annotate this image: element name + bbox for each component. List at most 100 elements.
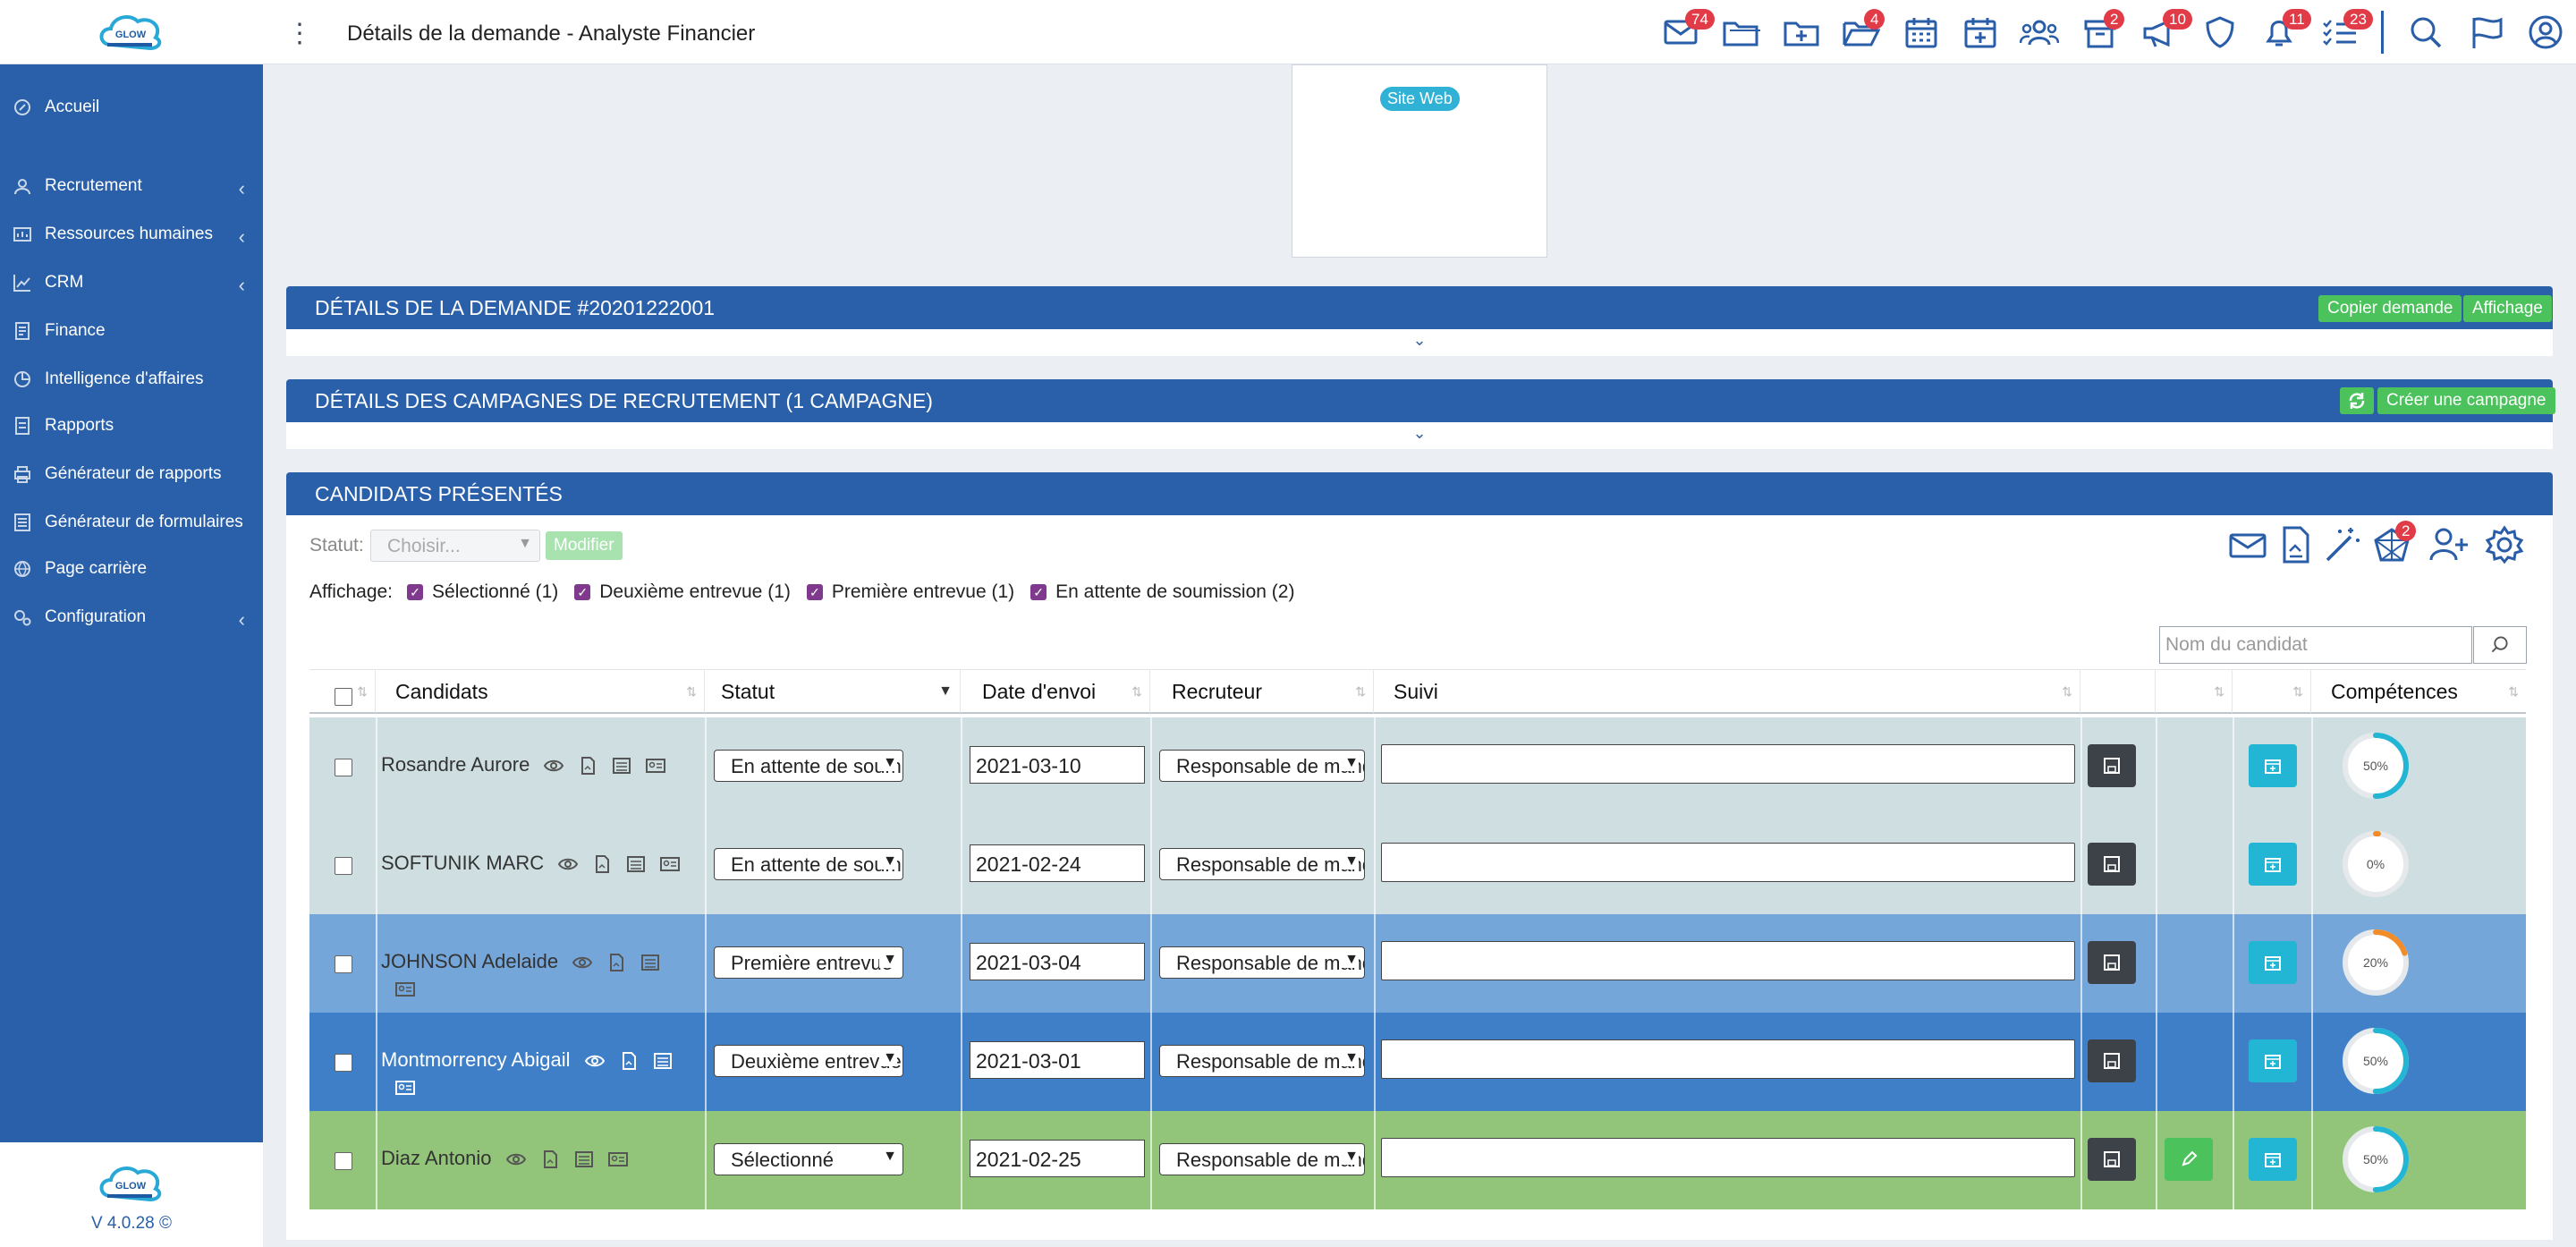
candidate-name[interactable]: Montmorrency Abigail <box>381 1048 571 1071</box>
profile-card-icon[interactable] <box>395 1078 415 1098</box>
suivi-input[interactable] <box>1381 941 2075 980</box>
sidebar-item-crm[interactable]: CRM ‹ <box>0 265 263 301</box>
flag-icon[interactable] <box>2467 14 2506 50</box>
resume-icon[interactable] <box>592 854 612 874</box>
candidate-search-input[interactable] <box>2160 627 2475 663</box>
filter-premiere-entrevue-checkbox[interactable]: ✓ Première entrevue (1) <box>806 581 1014 603</box>
resume-icon[interactable] <box>619 1051 639 1071</box>
user-add-icon[interactable] <box>2428 524 2470 565</box>
profile-card-icon[interactable] <box>646 756 666 776</box>
column-header-date-envoi[interactable]: Date d'envoi ⇅ <box>961 670 1150 713</box>
save-button[interactable] <box>2088 1039 2136 1082</box>
archive-icon[interactable]: 2 <box>2080 9 2125 50</box>
save-button[interactable] <box>2088 744 2136 787</box>
date-envoi-field[interactable]: 2021-03-10 <box>970 746 1145 784</box>
row-checkbox[interactable] <box>335 759 352 776</box>
profile-card-icon[interactable] <box>395 980 415 999</box>
eye-icon[interactable] <box>544 756 564 776</box>
profile-card-icon[interactable] <box>607 1149 628 1169</box>
task-list-icon[interactable]: 23 <box>2320 9 2373 50</box>
mail-icon[interactable]: 74 <box>1662 9 1715 50</box>
filter-en-attente-checkbox[interactable]: ✓ En attente de soumission (2) <box>1030 581 1294 603</box>
schedule-button[interactable] <box>2249 1039 2297 1082</box>
folder-add-icon[interactable] <box>1782 14 1821 50</box>
row-checkbox[interactable] <box>335 955 352 973</box>
column-header-suivi[interactable]: Suivi ⇅ <box>1374 670 2080 713</box>
column-header-action-3[interactable]: ⇅ <box>2233 670 2311 713</box>
date-envoi-field[interactable]: 2021-03-04 <box>970 943 1145 980</box>
schedule-button[interactable] <box>2249 941 2297 984</box>
save-button[interactable] <box>2088 843 2136 886</box>
folder-open-icon[interactable]: 4 <box>1841 9 1885 50</box>
eye-icon[interactable] <box>505 1149 526 1169</box>
network-icon[interactable]: 2 <box>2370 521 2417 565</box>
recruiter-select[interactable]: Responsable de mandat▼ <box>1159 750 1365 782</box>
recruiter-select[interactable]: Responsable de mandat▼ <box>1159 1143 1365 1175</box>
notes-icon[interactable] <box>626 854 646 874</box>
folder-icon[interactable] <box>1721 14 1760 50</box>
resume-icon[interactable] <box>578 756 597 776</box>
schedule-button[interactable] <box>2249 744 2297 787</box>
candidate-name[interactable]: Diaz Antonio <box>381 1147 492 1169</box>
column-header-competences[interactable]: Compétences ⇅ <box>2311 670 2526 713</box>
sidebar-item-intelligence[interactable]: Intelligence d'affaires <box>0 361 263 397</box>
suivi-input[interactable] <box>1381 744 2075 784</box>
date-envoi-field[interactable]: 2021-02-25 <box>970 1140 1145 1177</box>
sidebar-item-finance[interactable]: Finance <box>0 313 263 349</box>
notes-icon[interactable] <box>640 953 660 972</box>
sidebar-item-recrutement[interactable]: Recrutement ‹ <box>0 168 263 204</box>
campagnes-panel-header[interactable]: DÉTAILS DES CAMPAGNES DE RECRUTEMENT (1 … <box>286 379 2553 422</box>
create-campaign-button[interactable]: Créer une campagne <box>2377 387 2555 414</box>
sidebar-item-page-carriere[interactable]: Page carrière <box>0 551 263 587</box>
row-checkbox[interactable] <box>335 1152 352 1170</box>
candidate-name[interactable]: SOFTUNIK MARC <box>381 852 544 874</box>
status-select[interactable]: Deuxième entrevue ▼ <box>714 1045 903 1077</box>
sidebar-item-generateur-rapports[interactable]: Générateur de rapports <box>0 456 263 492</box>
users-icon[interactable] <box>2019 14 2060 50</box>
edit-button[interactable] <box>2165 1138 2213 1181</box>
candidate-name[interactable]: JOHNSON Adelaide <box>381 950 558 972</box>
column-header-recruteur[interactable]: Recruteur ⇅ <box>1150 670 1374 713</box>
campagnes-expand-toggle[interactable]: ⌄ <box>286 422 2553 449</box>
filter-selectionne-checkbox[interactable]: ✓ Sélectionné (1) <box>407 581 558 603</box>
date-envoi-field[interactable]: 2021-02-24 <box>970 844 1145 882</box>
candidats-panel-header[interactable]: CANDIDATS PRÉSENTÉS <box>286 472 2553 515</box>
eye-icon[interactable] <box>557 854 579 874</box>
demande-expand-toggle[interactable]: ⌄ <box>286 329 2553 356</box>
modify-button[interactable]: Modifier <box>546 531 623 560</box>
row-checkbox[interactable] <box>335 1054 352 1072</box>
status-select[interactable]: Sélectionné ▼ <box>714 1143 903 1175</box>
email-icon[interactable] <box>2227 524 2270 565</box>
sidebar-item-generateur-formulaires[interactable]: Générateur de formulaires <box>0 505 263 540</box>
search-icon[interactable] <box>2406 14 2445 50</box>
site-web-button[interactable]: Site Web <box>1380 87 1460 111</box>
suivi-input[interactable] <box>1381 843 2075 882</box>
row-checkbox[interactable] <box>335 857 352 875</box>
suivi-input[interactable] <box>1381 1039 2075 1079</box>
save-button[interactable] <box>2088 941 2136 984</box>
candidate-search-button[interactable] <box>2473 626 2527 664</box>
notes-icon[interactable] <box>612 756 631 776</box>
demande-panel-header[interactable]: DÉTAILS DE LA DEMANDE #20201222001 <box>286 286 2553 329</box>
glow-logo[interactable]: GLOW <box>93 5 168 55</box>
resume-icon[interactable] <box>606 953 626 972</box>
refresh-button[interactable] <box>2340 387 2374 414</box>
sidebar-item-configuration[interactable]: Configuration ‹ <box>0 599 263 635</box>
magic-wand-icon[interactable] <box>2320 524 2363 565</box>
candidate-name[interactable]: Rosandre Aurore <box>381 753 530 776</box>
calendar-icon[interactable] <box>1902 14 1941 50</box>
document-icon[interactable] <box>2274 524 2317 565</box>
shield-icon[interactable] <box>2200 14 2240 50</box>
schedule-button[interactable] <box>2249 1138 2297 1181</box>
user-icon[interactable] <box>2526 14 2565 50</box>
filter-deuxieme-entrevue-checkbox[interactable]: ✓ Deuxième entrevue (1) <box>574 581 791 603</box>
date-envoi-field[interactable]: 2021-03-01 <box>970 1041 1145 1079</box>
suivi-input[interactable] <box>1381 1138 2075 1177</box>
select-all-checkbox[interactable] <box>335 688 352 706</box>
status-select[interactable]: En attente de soumission▼ <box>714 848 903 880</box>
sidebar-item-accueil[interactable]: Accueil <box>0 89 263 125</box>
resume-icon[interactable] <box>540 1149 560 1169</box>
column-header-candidats[interactable]: Candidats ⇅ <box>376 670 705 713</box>
statut-select[interactable]: Choisir... ▼ <box>370 530 540 562</box>
copy-demande-button[interactable]: Copier demande <box>2318 295 2462 322</box>
